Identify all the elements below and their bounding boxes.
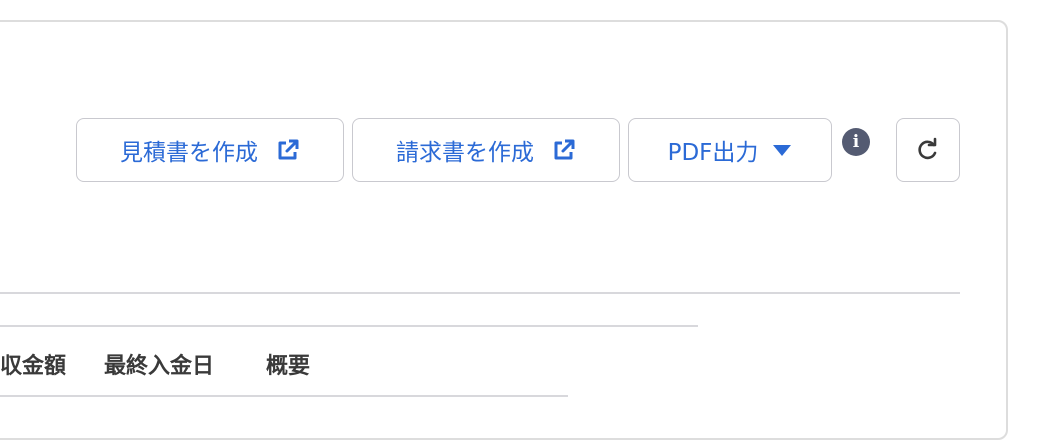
column-header-summary[interactable]: 概要	[266, 348, 310, 380]
pdf-export-dropdown[interactable]: PDF出力	[628, 118, 832, 182]
external-link-icon	[552, 138, 576, 162]
pdf-export-label: PDF出力	[667, 140, 759, 166]
caret-down-icon	[772, 143, 792, 157]
column-header-last-payment-date[interactable]: 最終入金日	[104, 348, 214, 380]
create-invoice-label: 請求書を作成	[396, 140, 534, 166]
table-header-bottom-border	[0, 395, 568, 397]
info-icon[interactable]: i	[842, 128, 870, 156]
divider	[0, 292, 960, 294]
create-estimate-label: 見積書を作成	[120, 140, 258, 166]
create-estimate-button[interactable]: 見積書を作成	[76, 118, 344, 182]
table-header-top-border	[0, 325, 698, 327]
column-header-received-amount[interactable]: 収金額	[0, 348, 66, 380]
create-invoice-button[interactable]: 請求書を作成	[352, 118, 620, 182]
info-glyph: i	[852, 132, 860, 152]
external-link-icon	[276, 138, 300, 162]
refresh-button[interactable]	[896, 118, 960, 182]
refresh-icon	[915, 137, 941, 163]
